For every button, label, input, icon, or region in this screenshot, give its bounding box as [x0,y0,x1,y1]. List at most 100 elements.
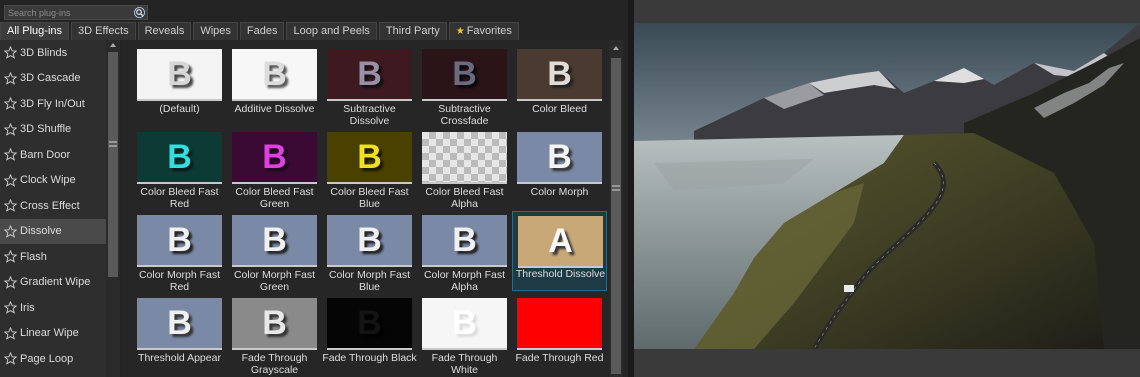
category-item-flash[interactable]: Flash [0,244,106,270]
category-label: Cross Effect [20,199,80,212]
tab-favorites[interactable]: ★ Favorites [448,22,519,40]
preset-tile[interactable]: B Additive Dissolve [227,45,322,125]
preset-thumbnail: B [232,132,317,184]
preset-thumbnail: B [137,49,222,101]
tab-third-party[interactable]: Third Party [378,22,447,40]
preset-thumbnail: B [422,298,507,350]
favorite-star-icon[interactable] [4,71,17,85]
preset-preview-glyph: B [452,303,477,342]
preset-label: Color Bleed Fast Red [140,186,219,210]
preset-label: Fade Through Black [322,352,417,364]
preset-tile[interactable]: B Color Bleed Fast Alpha [417,128,512,209]
category-item-page-loop[interactable]: Page Loop [0,346,106,372]
preset-thumbnail: B [232,49,317,101]
favorite-star-icon[interactable] [4,250,17,264]
preset-thumbnail: B [327,49,412,101]
preset-tile[interactable]: B Color Bleed Fast Green [227,128,322,210]
preset-tile[interactable]: A Threshold Dissolve [512,211,607,291]
favorite-star-icon[interactable] [4,301,17,315]
preset-label: (Default) [159,103,200,115]
preview-panel [634,0,1140,377]
scroll-up-arrow-icon[interactable] [110,43,116,47]
category-tabs: All Plug-ins 3D Effects Reveals Wipes Fades L… [0,22,521,40]
category-scrollbar[interactable] [106,40,120,377]
tab-label: Reveals [144,25,185,37]
tab-all-plug-ins[interactable]: All Plug-ins [0,22,70,40]
preset-label: Color Bleed Fast Green [235,186,314,210]
preset-label: Color Morph Fast Red [138,269,221,293]
favorite-star-icon[interactable] [4,97,17,111]
preset-preview-glyph: B [452,220,477,259]
category-item-3d-cascade[interactable]: 3D Cascade [0,66,106,92]
preset-thumbnail: B [422,132,507,184]
preset-tile[interactable]: B Fade Through Grayscale [227,294,322,375]
preset-label: Color Bleed [532,103,587,115]
category-item-barn-door[interactable]: Barn Door [0,142,106,168]
preset-tile[interactable]: B Color Bleed [512,45,607,125]
category-item-3d-shuffle[interactable]: 3D Shuffle [0,117,106,143]
preset-preview-glyph: B [167,54,192,93]
preset-label: Color Morph Fast Alpha [423,269,506,293]
tab-3d-effects[interactable]: 3D Effects [71,22,136,40]
favorite-star-icon[interactable] [4,199,17,213]
category-item-iris[interactable]: Iris [0,295,106,321]
preset-tile[interactable]: B Fade Through Black [322,294,417,374]
search-icon[interactable] [134,7,145,18]
preset-thumbnail: B [137,132,222,184]
scroll-up-arrow-icon[interactable] [613,46,619,50]
favorite-star-icon[interactable] [4,173,17,187]
preset-label: Color Morph Fast Blue [328,269,411,293]
search-input[interactable] [8,6,134,19]
preset-tile[interactable]: B Subtractive Crossfade [417,45,512,126]
preset-preview-glyph: B [357,303,382,342]
preset-tile[interactable]: B (Default) [132,45,227,125]
preset-tile[interactable]: B Threshold Appear [132,294,227,374]
preset-preview-glyph: B [547,54,572,93]
preset-preview-glyph: B [452,137,477,176]
preset-thumbnail: B [137,215,222,267]
preset-thumbnail: B [232,215,317,267]
tab-fades[interactable]: Fades [239,22,285,40]
favorite-star-icon[interactable] [4,122,17,136]
scrollbar-thumb[interactable] [108,52,118,277]
preset-preview-glyph: B [167,303,192,342]
favorite-star-icon[interactable] [4,326,17,340]
preset-tile[interactable]: B Color Bleed Fast Red [132,128,227,210]
category-item-linear-wipe[interactable]: Linear Wipe [0,321,106,347]
landscape-preview-image [634,23,1140,349]
tab-loop-and-peels[interactable]: Loop and Peels [286,22,377,40]
category-item-clock-wipe[interactable]: Clock Wipe [0,168,106,194]
preset-preview-glyph: B [357,220,382,259]
favorite-star-icon[interactable] [4,275,17,289]
preset-tile[interactable]: B Color Bleed Fast Blue [322,128,417,209]
tab-wipes[interactable]: Wipes [193,22,238,40]
favorite-star-icon[interactable] [4,46,17,60]
favorite-star-icon[interactable] [4,148,17,162]
preset-scrollbar[interactable] [609,40,623,377]
category-item-3d-fly-in-out[interactable]: 3D Fly In/Out [0,91,106,117]
preset-tile[interactable]: B Color Morph Fast Blue [322,211,417,293]
category-item-gradient-wipe[interactable]: Gradient Wipe [0,270,106,296]
category-item-cross-effect[interactable]: Cross Effect [0,193,106,219]
tab-reveals[interactable]: Reveals [137,22,192,40]
preset-thumbnail: B [517,49,602,101]
category-item-dissolve[interactable]: Dissolve [0,218,106,244]
preset-tile[interactable]: B Color Morph [512,128,607,208]
preset-tile[interactable]: B Color Morph Fast Green [227,211,322,292]
preset-thumbnail: B [327,298,412,350]
category-label: Page Loop [20,352,74,365]
favorite-star-icon[interactable] [4,352,17,366]
preset-tile[interactable]: B Fade Through White [417,294,512,376]
scrollbar-thumb[interactable] [611,58,621,374]
preset-tile[interactable]: B Fade Through Red [512,294,607,374]
category-label: 3D Shuffle [20,123,72,136]
preset-tile[interactable]: B Color Morph Fast Red [132,211,227,293]
preset-tile[interactable]: B Color Morph Fast Alpha [417,211,512,293]
preset-thumbnail: B [327,215,412,267]
search-box[interactable] [4,5,148,20]
preset-label: Fade Through White [431,352,498,376]
category-item-3d-blinds[interactable]: 3D Blinds [0,40,106,66]
preset-tile[interactable]: B Subtractive Dissolve [322,45,417,126]
preset-thumbnail: B [517,132,602,184]
favorite-star-icon[interactable] [4,224,17,238]
